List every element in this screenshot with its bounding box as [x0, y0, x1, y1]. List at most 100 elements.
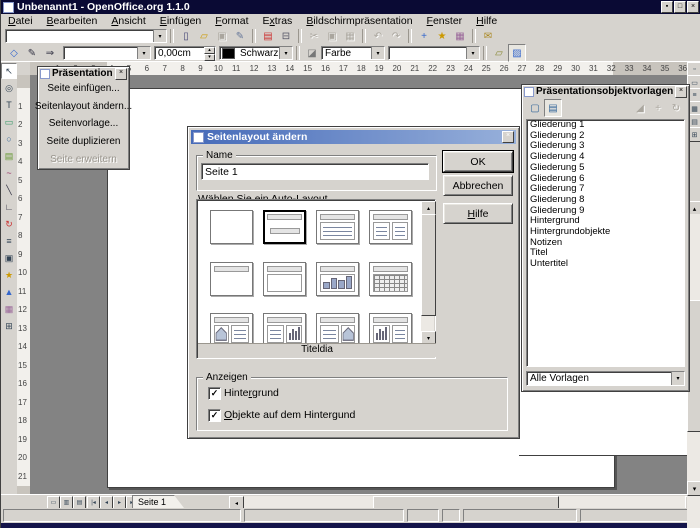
connector-tool[interactable]: ∟ [1, 199, 17, 215]
line-width-spinner[interactable]: 0,00cm ▴▾ [154, 46, 216, 60]
dropdown-arrow-icon[interactable]: ▾ [466, 47, 479, 59]
style-entry[interactable]: Gliederung 5 [527, 163, 684, 174]
cut-icon[interactable]: ✂ [305, 27, 323, 45]
rotate-tool[interactable]: ↻ [1, 216, 17, 232]
layout-option-title-chart[interactable] [316, 262, 359, 296]
line-color-combobox[interactable]: Schwarz ▾ [219, 46, 293, 60]
style-entry[interactable]: Notizen [527, 238, 684, 249]
page-tab[interactable]: Seite 1 [132, 495, 184, 508]
copy-icon[interactable]: ▣ [323, 27, 341, 45]
hyperlink-bar-icon[interactable]: ✉ [479, 27, 497, 45]
ellipse-tool[interactable]: ○ [1, 131, 17, 147]
stylist-icon[interactable]: ★ [433, 27, 451, 45]
layout-option-blank[interactable] [210, 210, 253, 244]
edit-file-icon[interactable]: ✎ [231, 27, 249, 45]
alignment-tool[interactable]: ≡ [1, 233, 17, 249]
fill-bucket-icon[interactable]: ◪ [303, 44, 321, 62]
dropdown-arrow-icon[interactable]: ▾ [279, 47, 292, 59]
dropdown-arrow-icon[interactable]: ▾ [137, 47, 150, 59]
layout-option-title-text-chart[interactable] [263, 313, 306, 346]
scroll-down-icon[interactable]: ▾ [687, 481, 700, 496]
menu-hilfe[interactable]: Hilfe [469, 15, 504, 27]
layout-option-title-two-content[interactable] [369, 210, 412, 244]
save-icon[interactable]: ▣ [213, 27, 231, 45]
menu-datei[interactable]: Datei [1, 15, 40, 27]
presentation-styles-icon[interactable]: ▤ [544, 99, 562, 117]
minimize-button[interactable]: ▪ [661, 1, 673, 13]
text-tool[interactable]: T [1, 97, 17, 113]
rotation-mode-icon[interactable]: ▨ [508, 44, 526, 62]
layout-option-title-clipart-text[interactable] [210, 313, 253, 346]
new-style-icon[interactable]: + [649, 99, 667, 117]
redo-icon[interactable]: ↷ [387, 27, 405, 45]
paste-icon[interactable]: ▦ [341, 27, 359, 45]
close-icon[interactable]: × [115, 68, 127, 80]
animation-tool[interactable]: ▦ [1, 301, 17, 317]
stylist-title-bar[interactable]: Präsentationsobjektvorlagen × [522, 85, 689, 98]
scrollbar-thumb[interactable] [421, 214, 436, 316]
arrow-style-icon[interactable]: ⇒ [41, 44, 59, 62]
print-icon[interactable]: ⊟ [277, 27, 295, 45]
style-entry[interactable]: Untertitel [527, 259, 684, 270]
curve-tool[interactable]: ~ [1, 165, 17, 181]
pen-icon[interactable]: ✎ [23, 44, 41, 62]
palette-item[interactable]: Seite duplizieren [40, 133, 127, 151]
ok-button[interactable]: OK [443, 151, 513, 172]
dropdown-arrow-icon[interactable]: ▾ [153, 30, 166, 42]
menu-bearbeiten[interactable]: Bearbeiten [40, 15, 105, 27]
line-arrow-tool[interactable]: ╲ [1, 182, 17, 198]
zoom-tool[interactable]: ◎ [1, 80, 17, 96]
3d-object-tool[interactable]: ▤ [1, 148, 17, 164]
url-combobox[interactable]: ▾ [5, 29, 167, 43]
navigator-icon[interactable]: + [415, 27, 433, 45]
palette-title-bar[interactable]: Präsentation × [38, 67, 129, 80]
close-icon[interactable]: × [502, 131, 514, 143]
help-button[interactable]: Hilfe [443, 203, 513, 224]
fill-mode-icon[interactable]: ◢ [631, 99, 649, 117]
line-style-combobox[interactable]: ▾ [63, 46, 151, 60]
layout-option-title-frame[interactable] [263, 262, 306, 296]
form-functions-tool[interactable]: ⊞ [1, 318, 17, 334]
edit-points-icon[interactable]: ◇ [5, 44, 23, 62]
page-name-input[interactable]: Seite 1 [201, 163, 429, 180]
fill-color-combobox[interactable]: ▾ [388, 46, 480, 60]
layout-option-title-subtitle[interactable] [263, 210, 306, 244]
undo-icon[interactable]: ↶ [369, 27, 387, 45]
layout-scrollbar[interactable]: ▴ ▾ [421, 201, 434, 346]
layout-option-title-only[interactable] [210, 262, 253, 296]
arrange-tool[interactable]: ▣ [1, 250, 17, 266]
shadow-icon[interactable]: ▱ [490, 44, 508, 62]
menu-ansicht[interactable]: Ansicht [104, 15, 152, 27]
graphics-styles-icon[interactable]: ▢ [526, 99, 544, 117]
dialog-title-bar[interactable]: Seitenlayout ändern × [191, 130, 516, 144]
palette-item[interactable]: Seitenvorlage... [40, 115, 127, 133]
layout-option-title-chart-text[interactable] [369, 313, 412, 346]
update-style-icon[interactable]: ↻ [667, 99, 685, 117]
new-document-icon[interactable]: ▯ [177, 27, 195, 45]
layout-option-title-content[interactable] [316, 210, 359, 244]
background-objects-checkbox[interactable]: ✓ [208, 409, 221, 422]
menu-bildschirmprsentation[interactable]: Bildschirmpräsentation [299, 15, 419, 27]
close-button[interactable]: × [687, 1, 699, 13]
styles-filter-combobox[interactable]: Alle Vorlagen ▾ [526, 371, 685, 386]
rectangle-tool[interactable]: ▭ [1, 114, 17, 130]
select-tool[interactable]: ↖ [1, 63, 17, 79]
background-checkbox[interactable]: ✓ [208, 387, 221, 400]
menu-einfgen[interactable]: Einfügen [153, 15, 208, 27]
dropdown-arrow-icon[interactable]: ▾ [371, 47, 384, 59]
fill-style-combobox[interactable]: Farbe ▾ [321, 46, 385, 60]
vertical-ruler[interactable]: 123456789101112131415161718192021 [17, 75, 31, 494]
palette-item[interactable]: Seitenlayout ändern... [40, 98, 127, 116]
spinner-arrows[interactable]: ▴▾ [204, 47, 215, 59]
menu-format[interactable]: Format [208, 15, 255, 27]
close-icon[interactable]: × [675, 86, 687, 98]
restore-button[interactable]: □ [674, 1, 686, 13]
cancel-button[interactable]: Abbrechen [443, 175, 513, 196]
spin-down-icon[interactable]: ▾ [204, 54, 215, 61]
menu-fenster[interactable]: Fenster [420, 15, 470, 27]
palette-item[interactable]: Seite einfügen... [40, 80, 127, 98]
menu-extras[interactable]: Extras [256, 15, 300, 27]
spin-up-icon[interactable]: ▴ [204, 47, 215, 54]
open-icon[interactable]: ▱ [195, 27, 213, 45]
layout-option-title-text-clipart[interactable] [316, 313, 359, 346]
